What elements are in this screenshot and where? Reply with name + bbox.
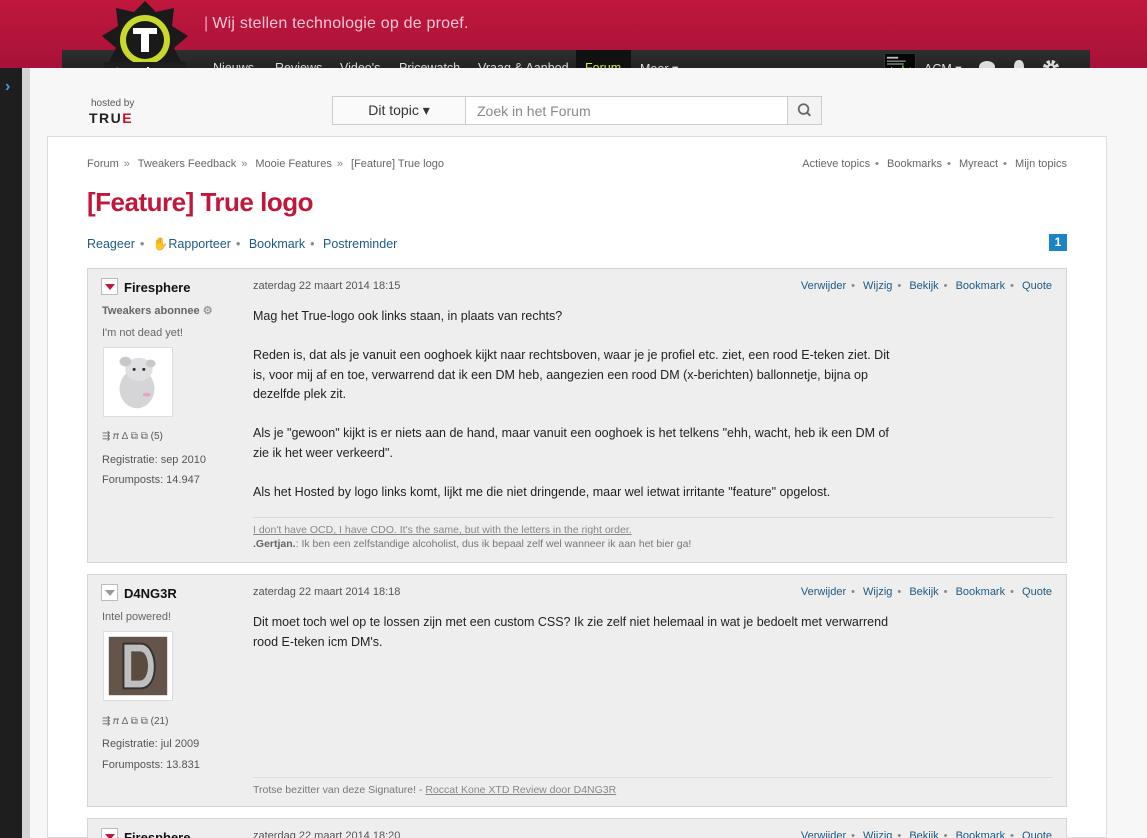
wijzig-link[interactable]: Wijzig xyxy=(863,280,892,292)
link-mijn-topics[interactable]: Mijn topics xyxy=(1015,158,1067,170)
user-avatar[interactable] xyxy=(103,347,173,417)
quote-link[interactable]: Quote xyxy=(1022,586,1052,598)
search-icon[interactable] xyxy=(787,97,821,124)
post-body: Dit moet toch wel op te lossen zijn met … xyxy=(253,613,893,672)
search-input[interactable] xyxy=(467,97,787,124)
page-gutter xyxy=(22,68,30,838)
user-icons: ⇶ 𝜋 ∆ ⧉ ⧉ (21) xyxy=(102,716,169,727)
signature-link[interactable]: Roccat Kone XTD Review door D4NG3R xyxy=(425,784,616,796)
link-bookmarks[interactable]: Bookmarks xyxy=(887,158,942,170)
post-signature: I don't have OCD, I have CDO. It's the s… xyxy=(253,517,1053,551)
bekijk-link[interactable]: Bekijk xyxy=(909,280,938,292)
post-actions: Verwijder • Wijzig • Bekijk • Bookmark • Quo… xyxy=(800,280,1052,292)
post-paragraph: Als je "gewoon" kijkt is er niets aan de… xyxy=(253,426,889,460)
post-date: zaterdag 22 maart 2014 18:20 xyxy=(253,830,401,838)
user-avatar[interactable] xyxy=(103,631,173,701)
breadcrumb-mooie-features[interactable]: Mooie Features xyxy=(255,158,331,170)
search-scope-dropdown[interactable]: Dit topic ▾ xyxy=(333,97,466,124)
wijzig-link[interactable]: Wijzig xyxy=(863,830,892,838)
link-myreact[interactable]: Myreact xyxy=(959,158,998,170)
post-author[interactable]: Firesphere xyxy=(124,830,190,838)
signature-quoted-user[interactable]: .Gertjan. xyxy=(253,538,296,550)
page-number-badge[interactable]: 1 xyxy=(1049,234,1067,251)
user-postcount: Forumposts: 13.831 xyxy=(102,759,200,771)
post-date: zaterdag 22 maart 2014 18:18 xyxy=(253,586,401,598)
collapse-post-button[interactable] xyxy=(101,584,118,601)
bekijk-link[interactable]: Bekijk xyxy=(909,830,938,838)
user-role: Tweakers abonnee ⚙ xyxy=(102,305,213,317)
post-body: Mag het True-logo ook links staan, in pl… xyxy=(253,307,893,522)
bookmark-post-link[interactable]: Bookmark xyxy=(956,280,1006,292)
user-icons: ⇶ 𝜋 ∆ ⧉ ⧉ (5) xyxy=(102,431,163,442)
device-icons: ⇶ 𝜋 ∆ ⧉ ⧉ xyxy=(102,431,148,442)
rapporteer-link[interactable]: Rapporteer xyxy=(168,237,231,251)
breadcrumb-tweakers-feedback[interactable]: Tweakers Feedback xyxy=(138,158,236,170)
post-signature: Trotse bezitter van deze Signature! - Ro… xyxy=(253,777,1053,797)
device-icons: ⇶ 𝜋 ∆ ⧉ ⧉ xyxy=(102,716,148,727)
post-paragraph: Reden is, dat als je vanuit een ooghoek … xyxy=(253,348,890,401)
user-registration: Registratie: jul 2009 xyxy=(102,738,200,750)
breadcrumb: Forum» Tweakers Feedback» Mooie Features… xyxy=(87,158,444,170)
post-actions: Verwijder • Wijzig • Bekijk • Bookmark • Quo… xyxy=(800,586,1052,598)
page-title: [Feature] True logo xyxy=(87,187,313,217)
verwijder-link[interactable]: Verwijder xyxy=(801,280,846,292)
user-postcount: Forumposts: 14.947 xyxy=(102,474,200,486)
post-author[interactable]: D4NG3R xyxy=(124,586,177,601)
hand-icon: ✋ xyxy=(152,237,169,251)
forum-search: Dit topic ▾ xyxy=(332,96,822,125)
postreminder-link[interactable]: Postreminder xyxy=(323,237,397,251)
side-panel-toggle[interactable]: › xyxy=(0,68,22,838)
true-logo[interactable]: TRUE xyxy=(89,110,133,126)
hosted-by-label: hosted by xyxy=(91,98,135,109)
post-paragraph: Dit moet toch wel op te lossen zijn met … xyxy=(253,615,889,649)
wijzig-link[interactable]: Wijzig xyxy=(863,586,892,598)
post-date: zaterdag 22 maart 2014 18:15 xyxy=(253,280,401,292)
forum-post: Firesphere zaterdag 22 maart 2014 18:20 … xyxy=(87,818,1067,838)
quote-link[interactable]: Quote xyxy=(1022,280,1052,292)
collapse-post-button[interactable] xyxy=(101,828,118,838)
site-tagline: | Wij stellen technologie op de proef. xyxy=(204,15,469,32)
forum-post: D4NG3R Intel powered! ⇶ 𝜋 ∆ ⧉ ⧉ (21) Reg… xyxy=(87,574,1067,807)
user-status: I'm not dead yet! xyxy=(102,327,183,339)
bekijk-link[interactable]: Bekijk xyxy=(909,586,938,598)
post-paragraph: Mag het True-logo ook links staan, in pl… xyxy=(253,309,563,323)
forum-top-links: Actieve topics • Bookmarks • Myreact • Mijn… xyxy=(802,158,1067,170)
post-author[interactable]: Firesphere xyxy=(124,280,190,295)
verwijder-link[interactable]: Verwijder xyxy=(801,830,846,838)
bookmark-post-link[interactable]: Bookmark xyxy=(956,830,1006,838)
user-registration: Registratie: sep 2010 xyxy=(102,454,206,466)
collapse-post-button[interactable] xyxy=(101,278,118,295)
post-paragraph: Als het Hosted by logo links komt, lijkt… xyxy=(253,484,831,499)
forum-post: Firesphere Tweakers abonnee ⚙ I'm not de… xyxy=(87,268,1067,563)
topic-actions: Reageer • ✋Rapporteer • Bookmark • Postremi… xyxy=(87,237,398,251)
quote-link[interactable]: Quote xyxy=(1022,830,1052,838)
bookmark-link[interactable]: Bookmark xyxy=(249,237,305,251)
signature-link[interactable]: I don't have OCD, I have CDO. It's the s… xyxy=(253,524,632,536)
breadcrumb-forum[interactable]: Forum xyxy=(87,158,119,170)
bookmark-post-link[interactable]: Bookmark xyxy=(956,586,1006,598)
breadcrumb-current-topic[interactable]: [Feature] True logo xyxy=(351,158,444,170)
post-actions: Verwijder • Wijzig • Bekijk • Bookmark • Quo… xyxy=(801,830,1052,838)
reageer-link[interactable]: Reageer xyxy=(87,237,135,251)
user-status: Intel powered! xyxy=(102,611,172,623)
chevron-right-icon[interactable]: › xyxy=(5,78,10,96)
link-actieve-topics[interactable]: Actieve topics xyxy=(802,158,870,170)
badge-icon: ⚙ xyxy=(202,305,213,317)
verwijder-link[interactable]: Verwijder xyxy=(801,586,846,598)
